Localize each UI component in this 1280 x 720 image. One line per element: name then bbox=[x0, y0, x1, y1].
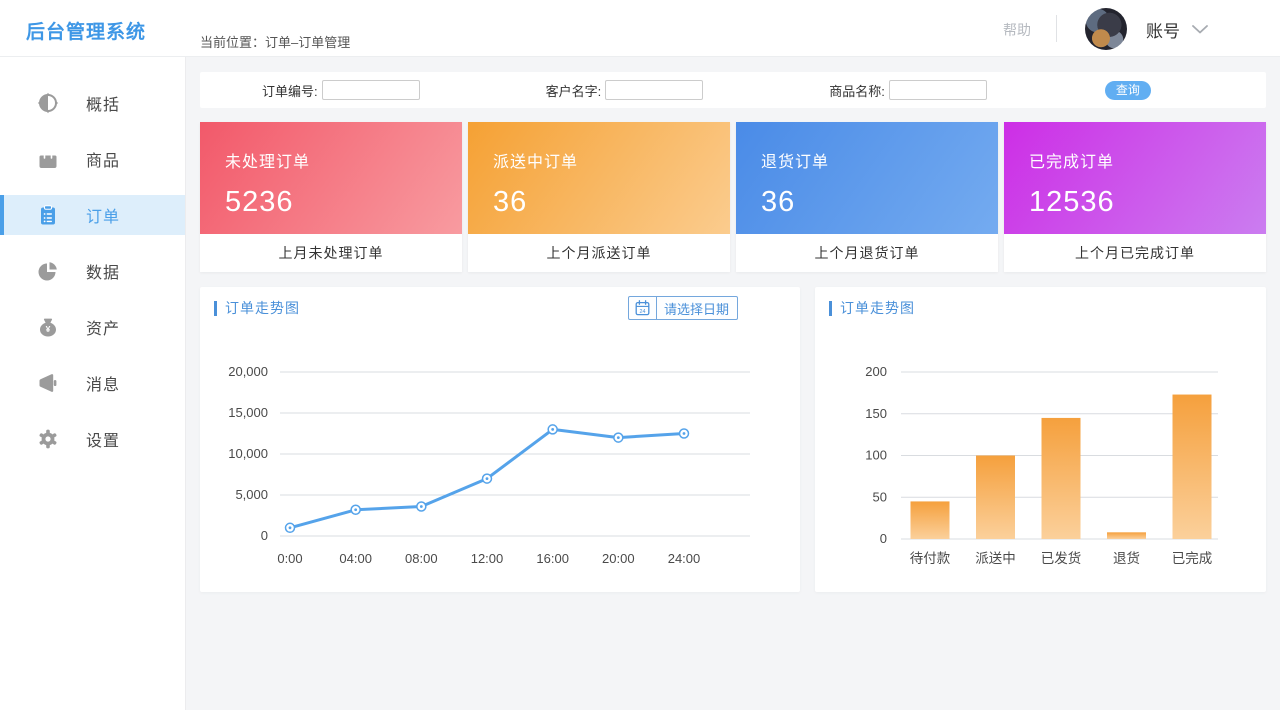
svg-text:04:00: 04:00 bbox=[339, 551, 372, 566]
svg-text:待付款: 待付款 bbox=[910, 551, 951, 566]
account-menu[interactable]: 账号 bbox=[1146, 17, 1208, 42]
sidebar-item-products[interactable]: 商品 bbox=[0, 139, 185, 179]
order-number-label: 订单编号: bbox=[262, 81, 318, 100]
sidebar-item-label: 数据 bbox=[86, 259, 120, 283]
svg-text:15,000: 15,000 bbox=[228, 405, 268, 420]
gear-icon bbox=[36, 427, 60, 451]
svg-text:0:00: 0:00 bbox=[277, 551, 302, 566]
money-bag-icon: ¥ bbox=[36, 315, 60, 339]
app-logo: 后台管理系统 bbox=[26, 17, 146, 44]
bar bbox=[1173, 395, 1212, 539]
svg-text:0: 0 bbox=[880, 531, 887, 546]
title-accent-bar bbox=[829, 301, 832, 316]
sidebar-item-overview[interactable]: 概括 bbox=[0, 83, 185, 123]
stat-card-title: 派送中订单 bbox=[493, 148, 730, 172]
sidebar-item-data[interactable]: 数据 bbox=[0, 251, 185, 291]
order-search-bar: 订单编号: 客户名字: 商品名称: 查询 bbox=[200, 72, 1266, 108]
query-button[interactable]: 查询 bbox=[1105, 81, 1151, 100]
svg-text:24:00: 24:00 bbox=[668, 551, 701, 566]
panel-title: 订单走势图 bbox=[214, 298, 300, 318]
stat-card-returns: 退货订单 36 上个月退货订单 bbox=[736, 122, 998, 272]
svg-text:0: 0 bbox=[261, 528, 268, 543]
order-trend-line-panel: 订单走势图 24 请选择日期 05,00010,00015,00020,0000… bbox=[200, 287, 800, 592]
user-avatar[interactable] bbox=[1085, 8, 1127, 50]
svg-text:150: 150 bbox=[865, 406, 887, 421]
stat-card-delivering: 派送中订单 36 上个月派送订单 bbox=[468, 122, 730, 272]
date-picker-button[interactable]: 24 请选择日期 bbox=[628, 296, 738, 320]
title-accent-bar bbox=[214, 301, 217, 316]
header-divider bbox=[1056, 15, 1057, 42]
stat-card-value: 5236 bbox=[225, 186, 462, 219]
product-name-input[interactable] bbox=[889, 80, 987, 100]
sidebar-item-label: 订单 bbox=[86, 203, 120, 227]
bar bbox=[1042, 418, 1081, 539]
stat-card-value: 36 bbox=[761, 186, 998, 219]
svg-text:已发货: 已发货 bbox=[1041, 550, 1082, 566]
stat-card-footer: 上个月派送订单 bbox=[468, 234, 730, 272]
bar bbox=[911, 501, 950, 539]
date-picker-label: 请选择日期 bbox=[664, 299, 729, 318]
order-trend-bar-panel: 订单走势图 0 50 100 150 200 待付款 派送中 已发货 退货 已完成 bbox=[815, 287, 1266, 592]
bar bbox=[976, 456, 1015, 540]
stat-card-value: 12536 bbox=[1029, 186, 1266, 219]
calendar-icon: 24 bbox=[635, 300, 650, 316]
stat-card-title: 已完成订单 bbox=[1029, 148, 1266, 172]
sidebar-item-label: 消息 bbox=[86, 371, 120, 395]
admin-dashboard: 后台管理系统 当前位置：订单–订单管理 帮助 账号 概括 bbox=[0, 0, 1280, 720]
stat-card-completed: 已完成订单 12536 上个月已完成订单 bbox=[1004, 122, 1266, 272]
order-trend-line-chart: 0 5,000 10,000 15,000 20,000 0:00 04:00 08:00 12… bbox=[200, 327, 800, 587]
stat-card-title: 未处理订单 bbox=[225, 148, 462, 172]
sidebar-item-orders[interactable]: 订单 bbox=[0, 195, 185, 235]
help-link[interactable]: 帮助 bbox=[1003, 20, 1031, 40]
chevron-down-icon bbox=[1192, 25, 1208, 34]
sidebar-item-label: 商品 bbox=[86, 147, 120, 171]
stat-card-footer: 上个月退货订单 bbox=[736, 234, 998, 272]
customer-name-label: 客户名字: bbox=[546, 81, 602, 100]
svg-text:20,000: 20,000 bbox=[228, 364, 268, 379]
pie-chart-icon bbox=[36, 259, 60, 283]
shopping-bag-icon bbox=[36, 147, 60, 171]
svg-text:200: 200 bbox=[865, 364, 887, 379]
bar bbox=[1107, 532, 1146, 539]
sidebar-item-messages[interactable]: 消息 bbox=[0, 363, 185, 403]
stat-cards-row: 未处理订单 5236 上月未处理订单 派送中订单 36 上个月派送订单 退货订单… bbox=[200, 122, 1266, 272]
sidebar-item-label: 设置 bbox=[86, 427, 120, 451]
panel-title: 订单走势图 bbox=[829, 298, 915, 318]
svg-text:派送中: 派送中 bbox=[975, 551, 1016, 566]
svg-text:¥: ¥ bbox=[46, 324, 51, 334]
stat-card-value: 36 bbox=[493, 186, 730, 219]
sidebar-nav: 概括 商品 订单 bbox=[0, 57, 186, 710]
sidebar-item-label: 概括 bbox=[86, 91, 120, 115]
clipboard-icon bbox=[36, 203, 60, 227]
stat-card-title: 退货订单 bbox=[761, 148, 998, 172]
contrast-icon bbox=[36, 91, 60, 115]
account-label: 账号 bbox=[1146, 17, 1180, 42]
svg-text:08:00: 08:00 bbox=[405, 551, 438, 566]
order-number-input[interactable] bbox=[322, 80, 420, 100]
sidebar-item-assets[interactable]: ¥ 资产 bbox=[0, 307, 185, 347]
svg-text:12:00: 12:00 bbox=[471, 551, 504, 566]
sidebar-item-settings[interactable]: 设置 bbox=[0, 419, 185, 459]
svg-text:16:00: 16:00 bbox=[536, 551, 569, 566]
product-name-label: 商品名称: bbox=[829, 81, 885, 100]
stat-card-footer: 上月未处理订单 bbox=[200, 234, 462, 272]
customer-name-input[interactable] bbox=[605, 80, 703, 100]
svg-text:20:00: 20:00 bbox=[602, 551, 635, 566]
sidebar-item-label: 资产 bbox=[86, 315, 120, 339]
svg-text:100: 100 bbox=[865, 448, 887, 463]
main-content: 订单编号: 客户名字: 商品名称: 查询 未处理订单 5236 上月未处理订单 bbox=[186, 57, 1280, 710]
svg-text:24: 24 bbox=[639, 309, 645, 315]
svg-text:50: 50 bbox=[873, 489, 887, 504]
top-header: 后台管理系统 当前位置：订单–订单管理 帮助 账号 bbox=[0, 0, 1280, 57]
svg-text:5,000: 5,000 bbox=[235, 487, 268, 502]
svg-text:已完成: 已完成 bbox=[1172, 551, 1213, 566]
speaker-icon bbox=[36, 371, 60, 395]
order-status-bar-chart: 0 50 100 150 200 待付款 派送中 已发货 退货 已完成 bbox=[815, 327, 1266, 587]
stat-card-footer: 上个月已完成订单 bbox=[1004, 234, 1266, 272]
svg-text:10,000: 10,000 bbox=[228, 446, 268, 461]
breadcrumb: 当前位置：订单–订单管理 bbox=[200, 32, 350, 51]
svg-text:退货: 退货 bbox=[1113, 550, 1140, 566]
date-picker-divider bbox=[656, 297, 657, 320]
stat-card-unprocessed: 未处理订单 5236 上月未处理订单 bbox=[200, 122, 462, 272]
